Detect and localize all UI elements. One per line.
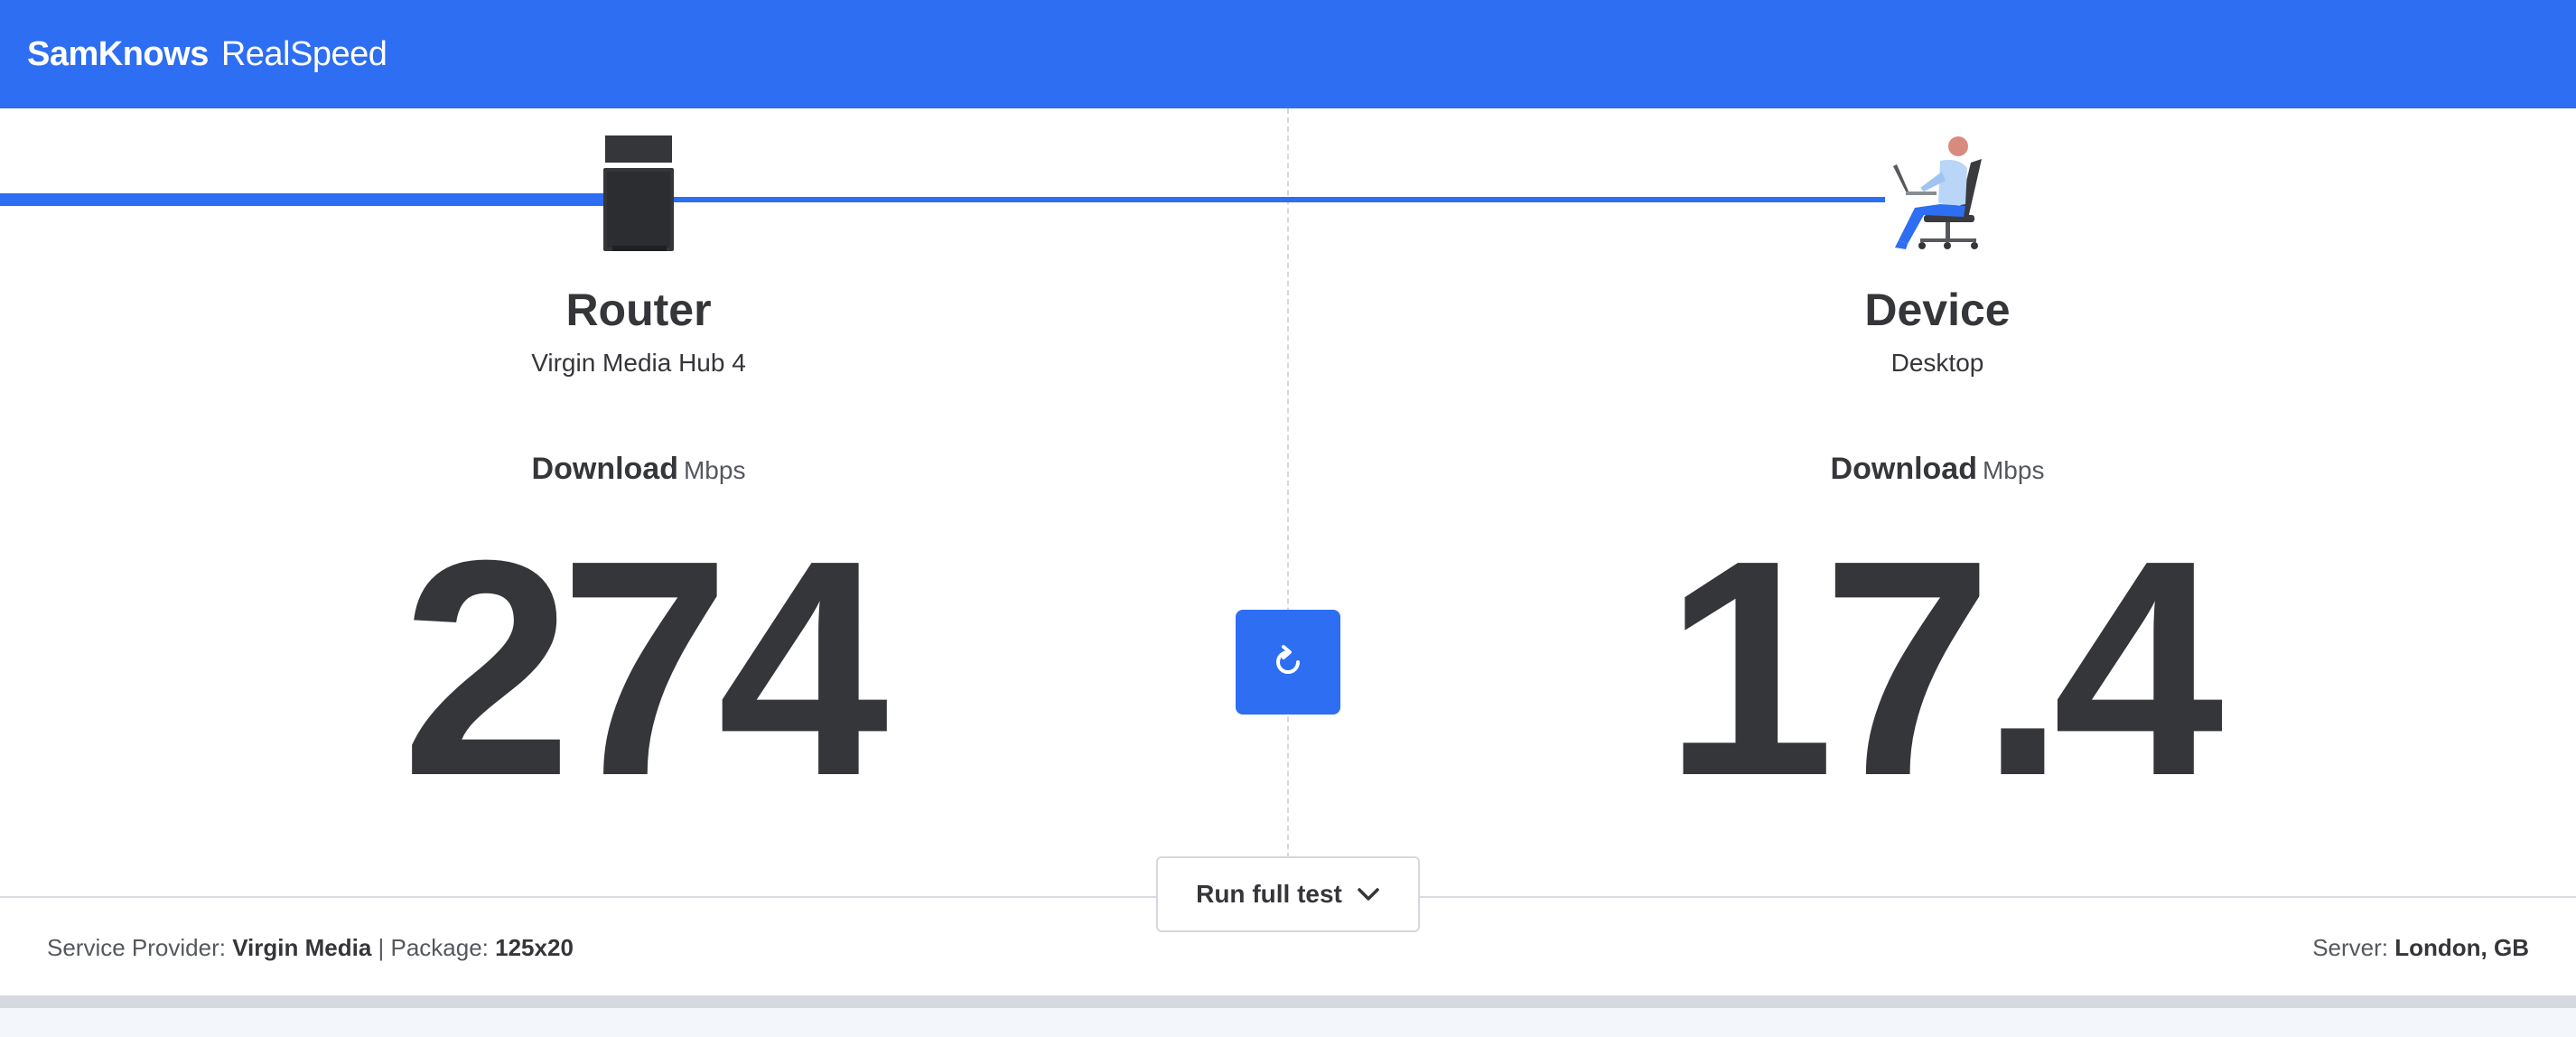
- run-full-test-label: Run full test: [1196, 880, 1342, 908]
- chevron-down-icon: [1358, 888, 1379, 901]
- info-separator: |: [371, 934, 391, 961]
- device-metric-unit: Mbps: [1982, 456, 2045, 484]
- device-type: Desktop: [1890, 349, 1984, 377]
- router-icon: [603, 135, 674, 251]
- app-header: SamKnows RealSpeed: [0, 0, 2576, 108]
- device-metric-name: Download: [1830, 452, 1977, 486]
- server-info: Server: London, GB: [2312, 934, 2529, 962]
- person-at-desktop-icon: [1893, 136, 1982, 249]
- router-metric-label: Download Mbps: [232, 452, 1045, 487]
- connection-line-device: [673, 197, 1885, 202]
- device-metric-label: Download Mbps: [1531, 452, 2344, 487]
- provider-value: Virgin Media: [232, 934, 372, 961]
- device-title: Device: [1864, 285, 2011, 335]
- router-download-value: 274: [401, 497, 888, 840]
- brand-logo: SamKnows RealSpeed: [27, 35, 387, 74]
- refresh-icon: [1276, 645, 1300, 674]
- speed-test-area: Router Virgin Media Hub 4 Download Mbps 2…: [0, 108, 2576, 896]
- connection-line-router: [0, 193, 605, 206]
- bottom-fill: [0, 1008, 2576, 1037]
- router-metric-unit: Mbps: [683, 456, 746, 484]
- brand-product: RealSpeed: [220, 34, 387, 73]
- refresh-button[interactable]: [1236, 610, 1340, 715]
- service-info: Service Provider: Virgin Media | Package…: [47, 934, 574, 962]
- server-label: Server:: [2312, 934, 2395, 961]
- router-model: Virgin Media Hub 4: [531, 349, 746, 377]
- package-value: 125x20: [495, 934, 574, 961]
- brand-name: SamKnows: [27, 34, 209, 73]
- router-metric-name: Download: [531, 452, 678, 486]
- run-full-test-button[interactable]: Run full test: [1156, 856, 1420, 932]
- bottom-band: [0, 995, 2576, 1008]
- provider-label: Service Provider:: [47, 934, 233, 961]
- router-title: Router: [565, 285, 712, 335]
- device-download-value: 17.4: [1664, 497, 2224, 840]
- server-value: London, GB: [2394, 934, 2529, 961]
- center-divider: [1287, 108, 1289, 858]
- package-label: Package:: [390, 934, 496, 961]
